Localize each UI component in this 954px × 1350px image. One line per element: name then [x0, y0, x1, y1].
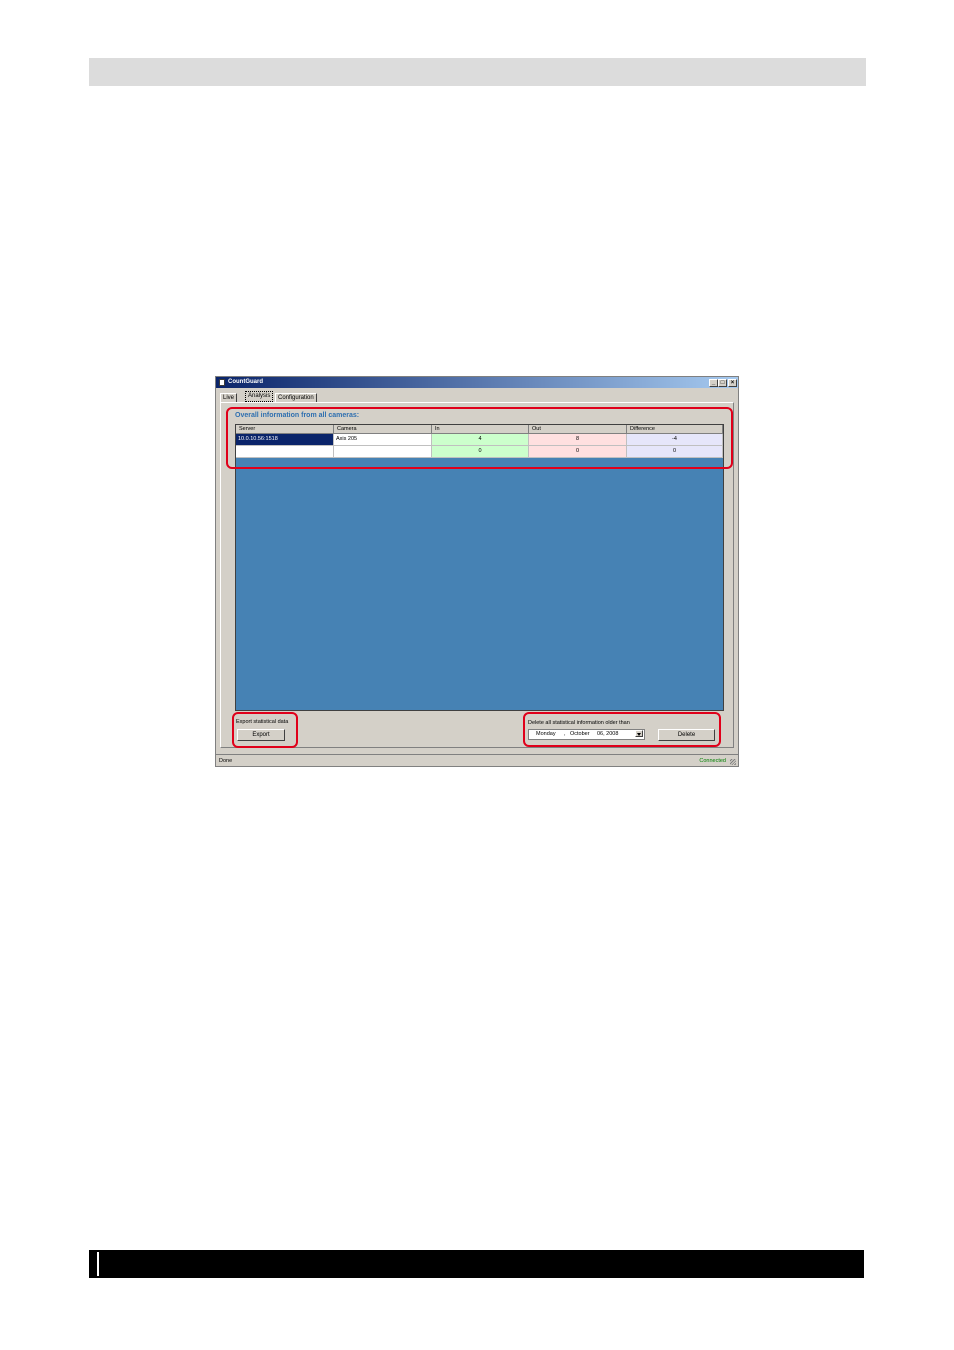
- maximize-button[interactable]: □: [718, 379, 727, 387]
- tab-analysis[interactable]: Analysis: [245, 391, 274, 402]
- title-bar[interactable]: CountGuard _ □ ×: [216, 377, 738, 388]
- page-footer-band: [89, 1250, 864, 1278]
- window-title: CountGuard: [228, 379, 263, 385]
- close-button[interactable]: ×: [728, 379, 737, 387]
- status-bar: Done Connected: [216, 754, 738, 766]
- footer-divider: [97, 1252, 99, 1276]
- resize-grip-icon[interactable]: [730, 759, 736, 765]
- connection-status: Connected: [699, 758, 726, 764]
- highlight-export: [232, 712, 298, 748]
- app-icon: [219, 379, 225, 386]
- highlight-delete: [523, 712, 721, 747]
- page-header-band: [89, 58, 866, 86]
- countguard-window: CountGuard _ □ × Live Analysis Configura…: [215, 376, 739, 767]
- minimize-button[interactable]: _: [709, 379, 718, 387]
- highlight-overall: [226, 407, 733, 469]
- tab-configuration[interactable]: Configuration: [275, 393, 317, 402]
- status-text: Done: [219, 758, 233, 764]
- tab-live[interactable]: Live: [220, 393, 238, 402]
